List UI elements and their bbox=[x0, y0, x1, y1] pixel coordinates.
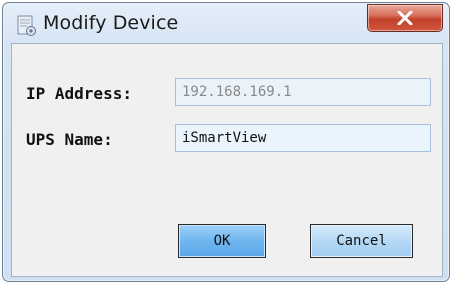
title-bar[interactable]: Modify Device bbox=[3, 3, 449, 41]
close-button[interactable] bbox=[367, 4, 443, 32]
cancel-button[interactable]: Cancel bbox=[310, 224, 413, 258]
dialog-title: Modify Device bbox=[43, 12, 179, 34]
close-icon bbox=[396, 11, 414, 25]
ok-button[interactable]: OK bbox=[178, 224, 266, 258]
modify-device-dialog: Modify Device IP Address: UPS Name: OK C… bbox=[2, 2, 450, 282]
ups-name-label: UPS Name: bbox=[26, 130, 113, 149]
ip-address-label: IP Address: bbox=[26, 84, 132, 103]
device-settings-icon bbox=[17, 15, 37, 37]
ups-name-field[interactable] bbox=[175, 124, 431, 152]
dialog-body: IP Address: UPS Name: OK Cancel bbox=[11, 43, 443, 277]
ip-address-field bbox=[175, 78, 431, 106]
